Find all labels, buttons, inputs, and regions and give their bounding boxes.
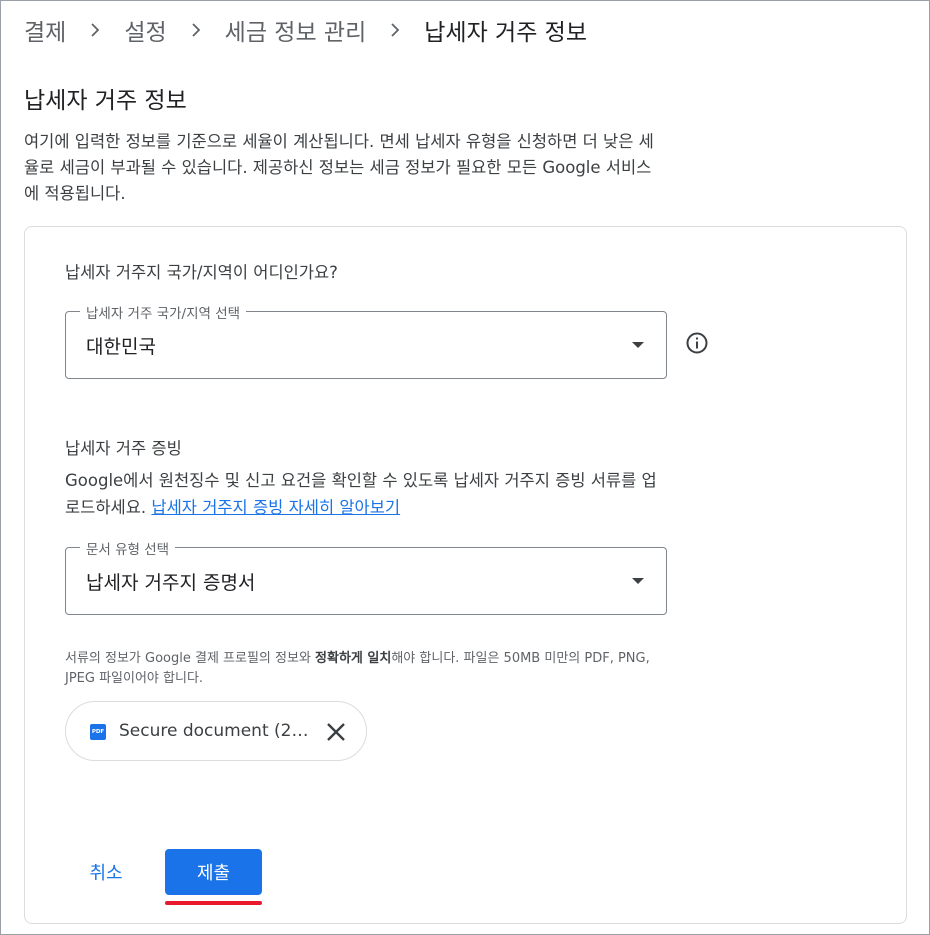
chevron-right-icon: [181, 18, 211, 42]
country-select-value: 대한민국: [86, 336, 156, 358]
dropdown-arrow-icon: [632, 342, 644, 348]
submit-button[interactable]: 제출: [165, 849, 262, 895]
document-type-select-value: 납세자 거주지 증명서: [86, 572, 256, 594]
chevron-right-icon: [80, 18, 110, 42]
learn-more-link[interactable]: 납세자 거주지 증빙 자세히 알아보기: [151, 498, 400, 517]
note-text-bold: 정확하게 일치: [315, 651, 392, 666]
submit-highlight-underline: [165, 901, 262, 905]
page-title: 납세자 거주 정보: [24, 88, 187, 114]
dropdown-arrow-icon: [632, 578, 644, 584]
remove-file-close-icon[interactable]: [326, 722, 346, 742]
residency-form-card: 납세자 거주지 국가/지역이 어디인가요? 납세자 거주 국가/지역 선택 대한…: [24, 226, 907, 924]
breadcrumb-item-billing[interactable]: 결제: [24, 13, 66, 47]
document-type-select-label: 문서 유형 선택: [80, 538, 176, 558]
breadcrumb: 결제 설정 세금 정보 관리 납세자 거주 정보: [24, 13, 587, 47]
cancel-button[interactable]: 취소: [71, 849, 141, 895]
upload-requirements-note: 서류의 정보가 Google 결제 프로필의 정보와 정확하게 일치해야 합니다…: [65, 649, 675, 689]
proof-title: 납세자 거주 증빙: [65, 439, 182, 458]
country-select-label: 납세자 거주 국가/지역 선택: [80, 302, 247, 322]
country-select[interactable]: 납세자 거주 국가/지역 선택 대한민국: [65, 302, 667, 379]
breadcrumb-current: 납세자 거주 정보: [424, 20, 587, 46]
note-text-part1: 서류의 정보가 Google 결제 프로필의 정보와: [65, 651, 316, 666]
page-intro: 여기에 입력한 정보를 기준으로 세율이 계산됩니다. 면세 납세자 유형을 신…: [24, 132, 654, 203]
residency-question: 납세자 거주지 국가/지역이 어디인가요?: [65, 263, 338, 282]
chevron-right-icon: [380, 18, 410, 42]
pdf-file-icon: PDF: [90, 724, 106, 740]
document-type-select[interactable]: 문서 유형 선택 납세자 거주지 증명서: [65, 538, 667, 615]
uploaded-file-chip: PDF Secure document (2D...: [65, 701, 367, 761]
proof-description: Google에서 원천징수 및 신고 요건을 확인할 수 있도록 납세자 거주지…: [65, 467, 665, 521]
breadcrumb-item-settings[interactable]: 설정: [124, 13, 166, 47]
breadcrumb-item-tax-info[interactable]: 세금 정보 관리: [225, 13, 367, 47]
info-icon[interactable]: [685, 331, 709, 355]
uploaded-file-name: Secure document (2D...: [119, 721, 309, 741]
